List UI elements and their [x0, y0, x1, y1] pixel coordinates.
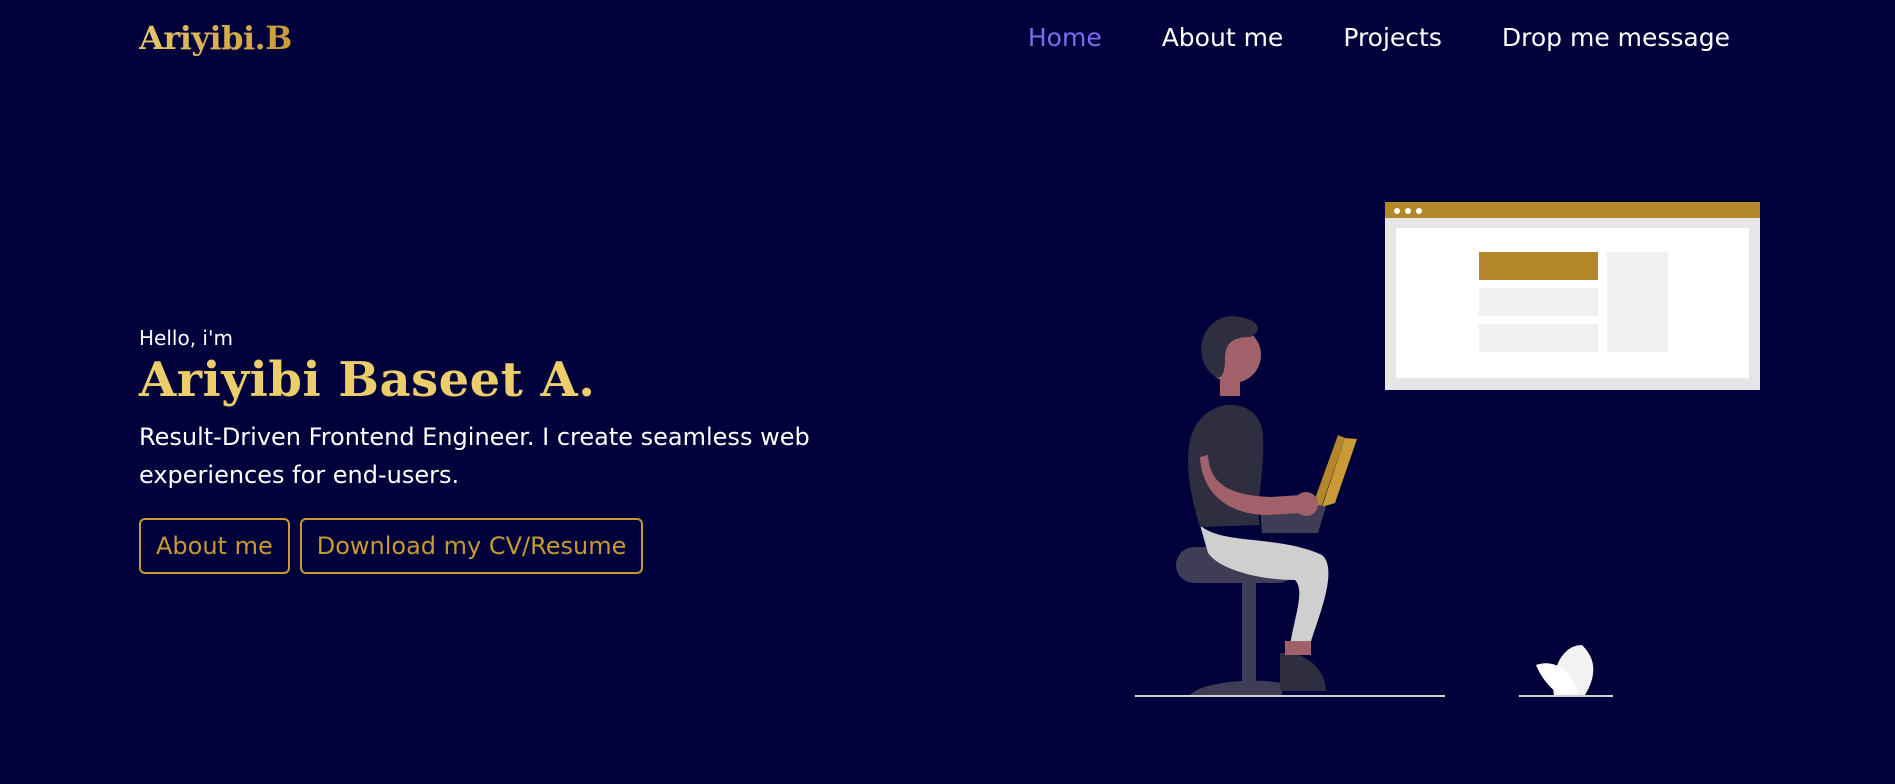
- person-with-laptop-illustration: [1130, 195, 1770, 705]
- hero-name: Ariyibi Baseet A.: [139, 352, 596, 408]
- person-ankle: [1285, 641, 1311, 655]
- nav-link-home[interactable]: Home: [1028, 23, 1102, 52]
- nav-link-about-me[interactable]: About me: [1162, 23, 1284, 52]
- person-legs: [1200, 525, 1329, 645]
- person-hand: [1294, 492, 1318, 516]
- download-cv-button[interactable]: Download my CV/Resume: [299, 518, 644, 574]
- hero-tagline: Result-Driven Frontend Engineer. I creat…: [139, 423, 810, 489]
- hero-section: Hello, i'm Ariyibi Baseet A. Result-Driv…: [139, 326, 859, 574]
- person-shoe: [1280, 652, 1326, 691]
- person-sleeve: [1214, 440, 1254, 468]
- nav-link-projects[interactable]: Projects: [1343, 23, 1442, 52]
- logo[interactable]: Ariyibi.B: [139, 19, 292, 57]
- hero-greeting: Hello, i'm: [139, 326, 233, 350]
- navbar: Ariyibi.B Home About me Projects Drop me…: [0, 0, 1895, 80]
- nav-links: Home About me Projects Drop me message: [1028, 23, 1730, 52]
- illustration-svg: [1135, 202, 1760, 697]
- about-me-button[interactable]: About me: [139, 518, 290, 574]
- laptop-icon: [1260, 435, 1357, 533]
- nav-link-drop-me-message[interactable]: Drop me message: [1502, 23, 1730, 52]
- plant-icon: [1536, 645, 1594, 695]
- hero-buttons: About me Download my CV/Resume: [139, 518, 859, 574]
- browser-window-icon: [1385, 202, 1760, 390]
